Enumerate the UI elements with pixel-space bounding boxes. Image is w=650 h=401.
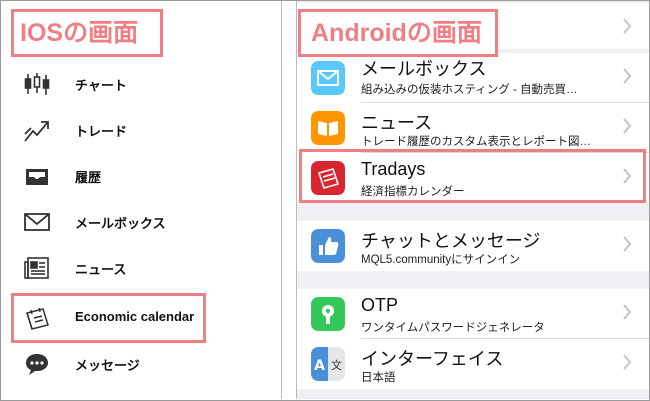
candlestick-chart-icon: [24, 73, 50, 95]
svg-text:A: A: [314, 358, 325, 374]
android-row-title: OTP: [361, 295, 399, 315]
ios-menu-item-label: メッセージ: [75, 358, 140, 373]
chevron-right-icon: [623, 236, 632, 252]
android-row-interface[interactable]: A 文 インターフェイス 日本語: [297, 339, 649, 389]
ios-highlight-box: [11, 293, 206, 343]
android-highlight-box: [299, 149, 646, 203]
message-bubble-icon: [26, 354, 48, 375]
ios-menu-item-label: ニュース: [75, 262, 127, 277]
ios-menu-item-label: メールボックス: [75, 216, 166, 231]
news-icon: [24, 257, 49, 279]
android-row-title: インターフェイス: [361, 349, 504, 369]
history-tray-icon: [26, 169, 48, 185]
android-row-title: ニュース: [361, 113, 433, 133]
otp-lock-icon: [311, 297, 345, 331]
chevron-right-icon: [623, 118, 632, 134]
ios-menu-item-label: 履歴: [75, 170, 102, 185]
android-row-subtitle: トレード履歴のカスタム表示とレポート図…: [361, 136, 591, 148]
svg-text:文: 文: [331, 358, 342, 372]
android-row-otp[interactable]: OTP ワンタイムパスワードジェネレータ: [297, 289, 649, 339]
android-row-subtitle: ワンタイムパスワードジェネレータ: [361, 322, 545, 334]
ios-menu-item-messages[interactable]: メッセージ: [1, 341, 282, 387]
ios-menu-item-label: トレード: [75, 124, 128, 139]
chevron-right-icon: [623, 68, 632, 84]
mail-icon: [311, 61, 345, 95]
ios-menu-item-news[interactable]: ニュース: [1, 245, 282, 291]
android-row-title: チャットとメッセージ: [361, 231, 541, 251]
ios-panel: IOSの画面 チャート トレード 履歴 メールボックス ニュース Economi…: [1, 1, 282, 399]
android-row-subtitle: 組み込みの仮装ホスティング - 自動売買…: [361, 84, 578, 96]
android-row-mailbox[interactable]: メールボックス 組み込みの仮装ホスティング - 自動売買…: [297, 53, 649, 103]
ios-panel-title: IOSの画面: [11, 9, 163, 57]
android-row-subtitle: MQL5.communityにサインイン: [361, 254, 521, 266]
mail-envelope-icon: [24, 213, 50, 231]
android-row-news[interactable]: ニュース トレード履歴のカスタム表示とレポート図…: [297, 103, 649, 153]
android-row-title: メールボックス: [361, 59, 487, 79]
chevron-right-icon: [623, 304, 632, 320]
ios-menu-item-trade[interactable]: トレード: [1, 107, 282, 153]
chat-thumb-icon: [311, 229, 345, 263]
interface-language-icon: A 文: [311, 347, 345, 381]
android-panel: Androidの画面 メールボックス 組み込みの仮装ホスティング - 自動売買……: [296, 1, 649, 399]
ios-menu-item-mailbox[interactable]: メールボックス: [1, 199, 282, 245]
chevron-right-icon: [623, 18, 632, 34]
ios-menu-item-history[interactable]: 履歴: [1, 153, 282, 199]
android-row-subtitle: 日本語: [361, 372, 396, 384]
ios-menu-item-chart[interactable]: チャート: [1, 61, 282, 107]
ios-menu-item-label: チャート: [75, 78, 127, 93]
android-panel-title: Androidの画面: [298, 9, 498, 57]
chevron-right-icon: [623, 354, 632, 370]
trade-trend-icon: [24, 121, 49, 142]
news-book-icon: [311, 111, 345, 145]
android-row-chat[interactable]: チャットとメッセージ MQL5.communityにサインイン: [297, 221, 649, 271]
